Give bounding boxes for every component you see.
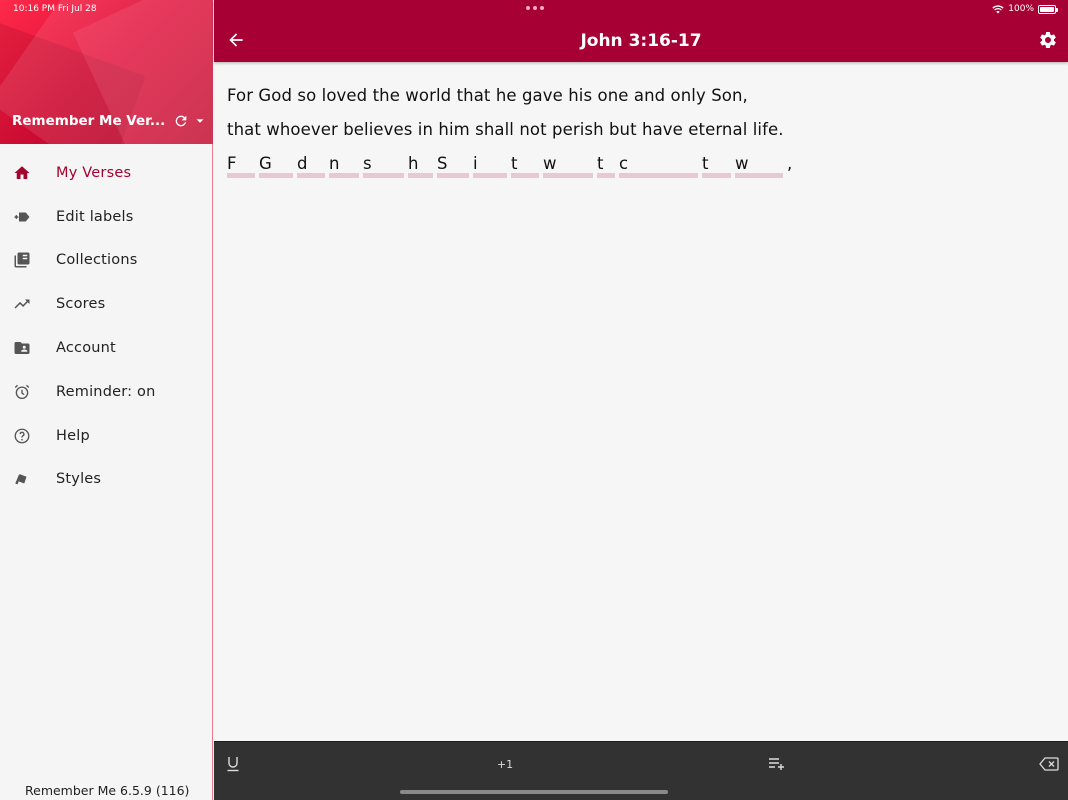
nav-label: My Verses: [56, 164, 132, 181]
gear-icon[interactable]: [1038, 30, 1058, 50]
backspace-icon: [1039, 757, 1059, 771]
account-name: Remember Me Ver...: [12, 113, 166, 129]
styles-icon: [13, 470, 31, 488]
page-title: John 3:16-17: [580, 31, 702, 51]
trending-icon: [13, 295, 31, 313]
label-edit-icon: [13, 208, 31, 226]
battery-percent: 100%: [1008, 4, 1034, 14]
nav-label: Edit labels: [56, 208, 134, 225]
nav-item-edit-labels[interactable]: Edit labels: [0, 195, 212, 239]
hint-word[interactable]: h: [408, 154, 433, 178]
memorize-hint-row[interactable]: F G d n s h S i t w t c t w ,: [227, 154, 1047, 184]
account-switcher[interactable]: Remember Me Ver...: [12, 113, 207, 129]
plus-one-button[interactable]: +1: [494, 754, 516, 774]
nav-label: Styles: [56, 471, 102, 488]
hint-word[interactable]: t: [511, 154, 539, 178]
nav-item-reminder[interactable]: Reminder: on: [0, 370, 212, 414]
hint-word[interactable]: F: [227, 154, 255, 178]
battery-icon: [1038, 4, 1058, 14]
verse-content: For God so loved the world that he gave …: [227, 84, 1047, 182]
help-icon: [13, 427, 31, 445]
hint-punctuation: ,: [787, 154, 793, 173]
verse-line: For God so loved the world that he gave …: [227, 86, 748, 105]
account-folder-icon: [13, 339, 31, 357]
home-icon: [13, 164, 31, 182]
drawer-menu: My Verses Edit labels Collections Scores…: [0, 144, 212, 501]
hint-word[interactable]: c: [619, 154, 698, 178]
hint-word[interactable]: d: [297, 154, 325, 178]
status-indicators: 100%: [992, 4, 1058, 14]
hint-word[interactable]: w: [735, 154, 783, 178]
hint-word[interactable]: s: [363, 154, 404, 178]
navigation-drawer: Remember Me Ver... My Verses Edit labels…: [0, 0, 213, 800]
wifi-icon: [992, 4, 1004, 13]
nav-label: Scores: [56, 296, 106, 313]
nav-item-scores[interactable]: Scores: [0, 282, 212, 326]
add-to-list-button[interactable]: [767, 754, 787, 774]
bottom-toolbar: +1: [214, 741, 1068, 800]
nav-item-collections[interactable]: Collections: [0, 239, 212, 283]
nav-item-styles[interactable]: Styles: [0, 458, 212, 502]
hint-word[interactable]: S: [437, 154, 469, 178]
multitasking-dots-icon[interactable]: [526, 6, 544, 10]
nav-item-account[interactable]: Account: [0, 326, 212, 370]
alarm-icon: [13, 383, 31, 401]
nav-label: Help: [56, 427, 90, 444]
status-time: 10:16 PM Fri Jul 28: [13, 4, 97, 14]
dropdown-arrow-icon[interactable]: [193, 114, 207, 128]
collections-icon: [13, 251, 31, 269]
hint-word[interactable]: G: [259, 154, 293, 178]
hint-word[interactable]: t: [702, 154, 731, 178]
hint-word[interactable]: i: [473, 154, 507, 178]
nav-label: Account: [56, 340, 116, 357]
nav-label: Collections: [56, 252, 138, 269]
verse-line: that whoever believes in him shall not p…: [227, 120, 784, 139]
hint-word[interactable]: n: [329, 154, 359, 178]
drawer-header: Remember Me Ver...: [0, 0, 213, 144]
app-bar: John 3:16-17: [214, 0, 1068, 62]
backspace-button[interactable]: [1038, 754, 1060, 774]
refresh-icon[interactable]: [173, 113, 189, 129]
app-version: Remember Me 6.5.9 (116): [25, 783, 190, 798]
home-indicator[interactable]: [400, 790, 668, 794]
nav-label: Reminder: on: [56, 383, 156, 400]
playlist-add-icon: [769, 758, 784, 770]
underline-button[interactable]: [224, 754, 242, 774]
nav-item-my-verses[interactable]: My Verses: [0, 151, 212, 195]
underline-icon: [227, 757, 239, 772]
hint-word[interactable]: t: [597, 154, 615, 178]
nav-item-help[interactable]: Help: [0, 414, 212, 458]
hint-word[interactable]: w: [543, 154, 593, 178]
